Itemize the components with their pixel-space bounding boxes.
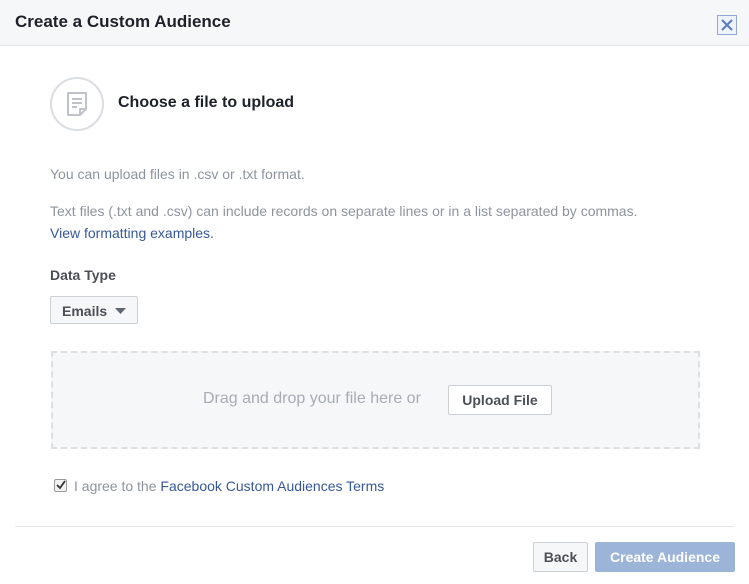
upload-file-button[interactable]: Upload File	[448, 385, 552, 415]
custom-audiences-terms-link[interactable]: Facebook Custom Audiences Terms	[160, 478, 384, 494]
dialog-header: Create a Custom Audience	[0, 0, 749, 46]
records-description: Text files (.txt and .csv) can include r…	[50, 203, 638, 219]
dialog-title: Create a Custom Audience	[15, 12, 231, 31]
document-icon	[67, 92, 87, 116]
file-upload-badge	[50, 77, 104, 131]
dropzone-text: Drag and drop your file here or	[203, 390, 421, 407]
terms-prefix: I agree to the	[74, 478, 157, 494]
data-type-select[interactable]: Emails	[50, 296, 138, 324]
data-type-selected: Emails	[62, 303, 108, 319]
view-formatting-examples-link[interactable]: View formatting examples.	[50, 225, 214, 241]
upload-heading: Choose a file to upload	[118, 94, 295, 111]
data-type-label: Data Type	[50, 267, 116, 283]
footer-divider	[15, 526, 734, 527]
terms-checkbox[interactable]	[54, 479, 67, 492]
format-description: You can upload files in .csv or .txt for…	[50, 166, 305, 182]
close-icon	[721, 19, 733, 31]
close-button[interactable]	[717, 15, 737, 35]
back-button[interactable]: Back	[533, 542, 588, 572]
file-dropzone[interactable]: Drag and drop your file here or Upload F…	[51, 351, 700, 449]
checkmark-icon	[56, 480, 66, 490]
create-audience-button[interactable]: Create Audience	[595, 542, 735, 572]
caret-down-icon	[115, 308, 126, 314]
